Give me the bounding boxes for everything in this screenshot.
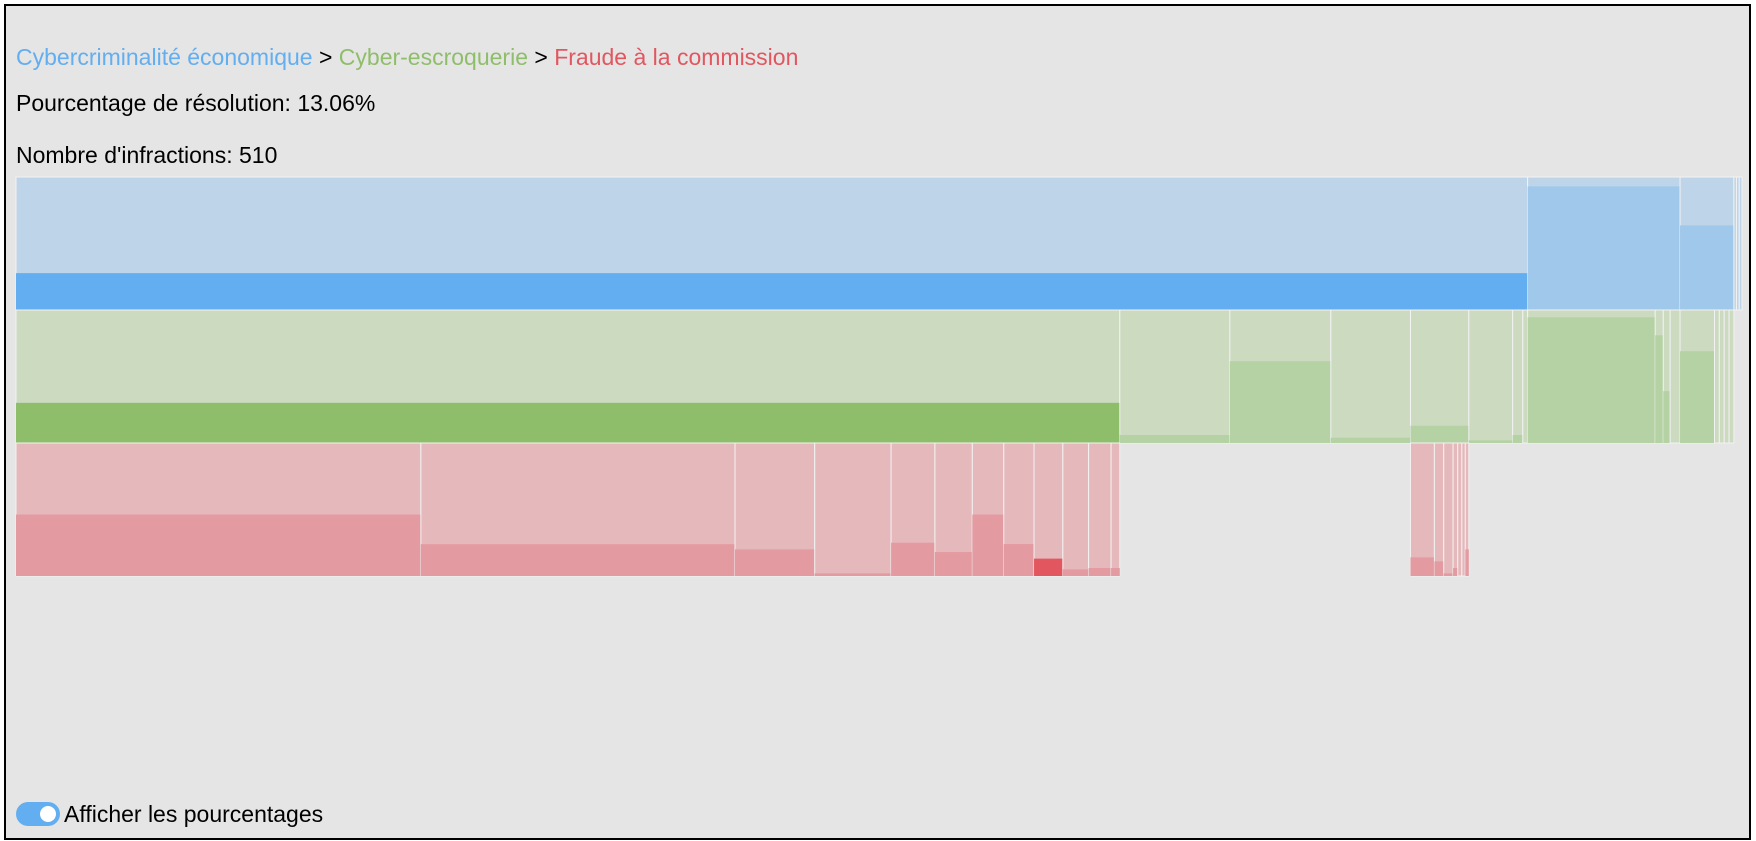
level2-cell[interactable] xyxy=(1723,309,1730,444)
level3-cell[interactable] xyxy=(1443,442,1454,577)
level1-cell-resolved[interactable] xyxy=(16,273,1528,310)
level3-cell[interactable] xyxy=(1461,442,1466,577)
level2-cell-resolved[interactable] xyxy=(1410,425,1469,443)
level3-cell[interactable] xyxy=(1110,442,1121,577)
level3-cell-resolved[interactable] xyxy=(814,573,892,576)
level3-cell-resolved[interactable] xyxy=(1088,568,1112,576)
level3-cell[interactable] xyxy=(1457,442,1463,577)
level2-cell-resolved[interactable] xyxy=(1330,437,1411,443)
level3-cell-resolved[interactable] xyxy=(972,514,1004,576)
percentage-toggle[interactable] xyxy=(16,802,60,826)
level3-cell-selected-resolved[interactable] xyxy=(1034,558,1063,576)
icicle-chart xyxy=(15,176,1743,577)
toggle-knob xyxy=(40,806,56,822)
level3-cell-resolved[interactable] xyxy=(16,514,421,576)
level3-cell-selected[interactable] xyxy=(1033,442,1064,577)
level3-cell-resolved[interactable] xyxy=(1453,568,1458,576)
chart-panel: Cybercriminalité économique > Cyber-escr… xyxy=(4,4,1751,840)
level3-cell-resolved[interactable] xyxy=(1410,557,1435,576)
percentage-toggle-row: Afficher les pourcentages xyxy=(16,800,323,828)
level3-cell-resolved[interactable] xyxy=(1111,568,1120,576)
percentage-toggle-label: Afficher les pourcentages xyxy=(64,801,324,827)
level1-cell[interactable] xyxy=(1738,176,1743,311)
level3-cell-resolved[interactable] xyxy=(891,542,935,576)
level3-cell[interactable] xyxy=(1062,442,1090,577)
level3-cell-resolved[interactable] xyxy=(1434,561,1444,576)
level3-cell[interactable] xyxy=(1452,442,1459,577)
level3-cell-resolved[interactable] xyxy=(1003,544,1035,576)
level1-cell-resolved[interactable] xyxy=(1680,225,1734,310)
level2-cell[interactable] xyxy=(1718,309,1725,444)
level3-cell[interactable] xyxy=(1409,442,1435,577)
level2-cell-resolved[interactable] xyxy=(1680,351,1715,443)
level2-cell[interactable] xyxy=(1409,309,1470,444)
level2-cell[interactable] xyxy=(1714,309,1720,444)
level3-cell-resolved[interactable] xyxy=(1443,573,1454,576)
level2-cell-resolved[interactable] xyxy=(1119,435,1230,443)
level2-cell[interactable] xyxy=(1728,309,1735,444)
level2-cell-resolved[interactable] xyxy=(1512,435,1523,443)
level2-cell[interactable] xyxy=(1330,309,1411,444)
level2-cell-resolved[interactable] xyxy=(1663,391,1671,443)
level2-cell-resolved[interactable] xyxy=(1527,317,1656,443)
level3-cell-resolved[interactable] xyxy=(420,544,736,576)
level2-cell-resolved[interactable] xyxy=(1468,440,1513,443)
level1-cell-resolved[interactable] xyxy=(1527,186,1681,310)
level2-cell[interactable] xyxy=(1468,309,1514,444)
level3-cell-resolved[interactable] xyxy=(934,552,973,576)
level3-cell-resolved[interactable] xyxy=(735,549,815,576)
level3-cell-resolved[interactable] xyxy=(1062,569,1089,576)
level2-cell-resolved[interactable] xyxy=(1229,361,1331,443)
level3-cell[interactable] xyxy=(1433,442,1445,577)
level3-cell[interactable] xyxy=(814,442,892,577)
level2-cell-resolved[interactable] xyxy=(1655,335,1664,443)
level2-cell[interactable] xyxy=(1669,309,1681,444)
level2-cell-resolved[interactable] xyxy=(16,402,1120,443)
level3-cell-resolved[interactable] xyxy=(1465,549,1469,576)
level2-cell[interactable] xyxy=(1512,309,1524,444)
level2-cell[interactable] xyxy=(1119,309,1231,444)
level3-cell[interactable] xyxy=(1088,442,1112,577)
level2-cell[interactable] xyxy=(1522,309,1529,444)
